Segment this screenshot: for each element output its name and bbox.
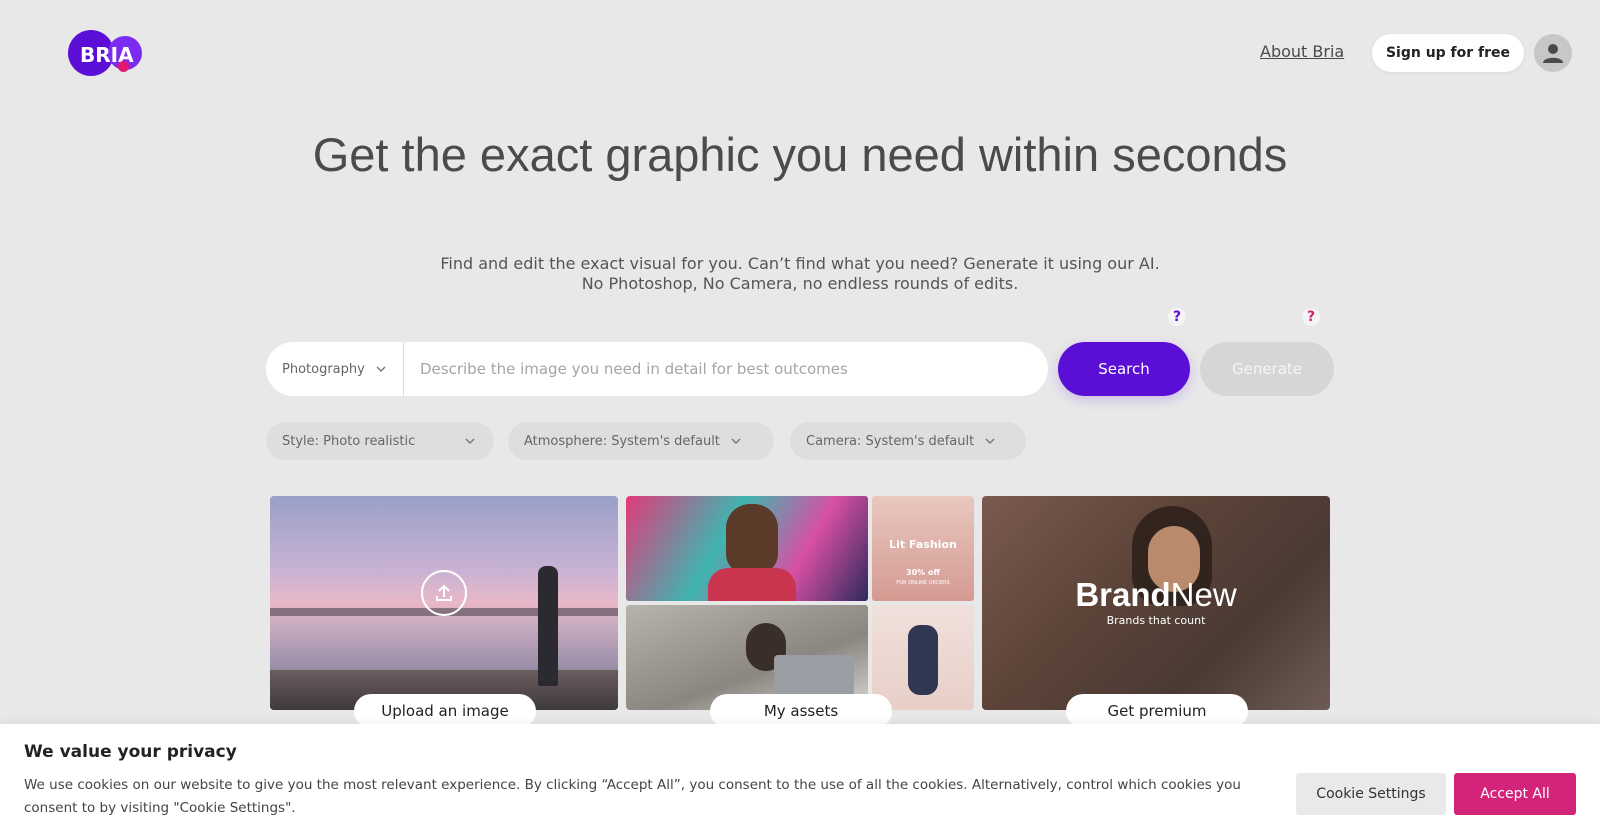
fashion-offer: 30% off [906,568,940,577]
category-label: Photography [282,361,365,377]
accept-all-button[interactable]: Accept All [1454,773,1576,815]
assets-tile[interactable]: Lit Fashion 30% off FOR ONLINE ORDERS [626,496,974,710]
hero-subtitle-line1: Find and edit the exact visual for you. … [440,254,1160,273]
atmosphere-filter-label: Atmosphere: System's default [524,433,720,449]
landscape-person [538,566,558,686]
get-premium-button[interactable]: Get premium [1066,694,1248,728]
search-help-icon[interactable]: ? [1168,308,1186,326]
cookie-settings-button[interactable]: Cookie Settings [1296,773,1446,815]
asset-thumb-fashion: Lit Fashion 30% off FOR ONLINE ORDERS [872,496,974,601]
premium-brand-sub: Brands that count [1106,614,1206,627]
about-link[interactable]: About Bria [1260,42,1344,61]
chevron-down-icon [465,438,475,444]
fashion-tag: FOR ONLINE ORDERS [896,580,950,586]
premium-brand-light: New [1170,576,1237,613]
upload-icon[interactable] [421,570,467,616]
premium-tile[interactable]: BrandNew Brands that count [982,496,1330,710]
my-assets-button[interactable]: My assets [710,694,892,728]
search-input[interactable] [404,342,1048,396]
category-select[interactable]: Photography [266,342,404,396]
asset-thumb-portrait [626,496,868,601]
cookie-text: We use cookies on our website to give yo… [24,777,1241,816]
cookie-title: We value your privacy [24,742,237,762]
camera-filter[interactable]: Camera: System's default [790,422,1026,460]
portrait-shirt [708,568,796,601]
camera-filter-label: Camera: System's default [806,433,975,449]
fashion-title: Lit Fashion [889,538,957,551]
hero-title: Get the exact graphic you need within se… [312,128,1288,181]
upload-image-button[interactable]: Upload an image [354,694,536,728]
asset-thumb-skater [872,605,974,710]
hero-subtitle-line2: No Photoshop, No Camera, no endless roun… [581,274,1019,293]
upload-arrow-icon [436,584,452,601]
logo-dot [118,61,129,72]
skater-figure [908,625,938,695]
portrait-face [726,504,778,574]
chevron-down-icon [376,366,386,372]
style-filter-label: Style: Photo realistic [282,433,416,449]
cookie-banner: We value your privacy We use cookies on … [0,724,1600,834]
upload-tile[interactable] [270,496,618,710]
search-bar: Photography [266,342,1048,396]
generate-button[interactable]: Generate [1200,342,1334,396]
user-icon [1543,44,1563,63]
atmosphere-filter[interactable]: Atmosphere: System's default [508,422,774,460]
search-button[interactable]: Search [1058,342,1190,396]
chevron-down-icon [731,438,741,444]
chevron-down-icon [985,438,995,444]
feature-tiles: Lit Fashion 30% off FOR ONLINE ORDERS Br… [270,496,1330,710]
hero-subtitle: Find and edit the exact visual for you. … [0,254,1600,294]
premium-brand-bold: Brand [1075,576,1171,613]
user-avatar[interactable] [1534,34,1572,72]
style-filter[interactable]: Style: Photo realistic [266,422,494,460]
signup-button[interactable]: Sign up for free [1372,34,1524,72]
generate-help-icon[interactable]: ? [1302,308,1320,326]
bria-logo[interactable]: BRIA [68,30,144,78]
premium-brand-title: BrandNew [982,576,1330,614]
